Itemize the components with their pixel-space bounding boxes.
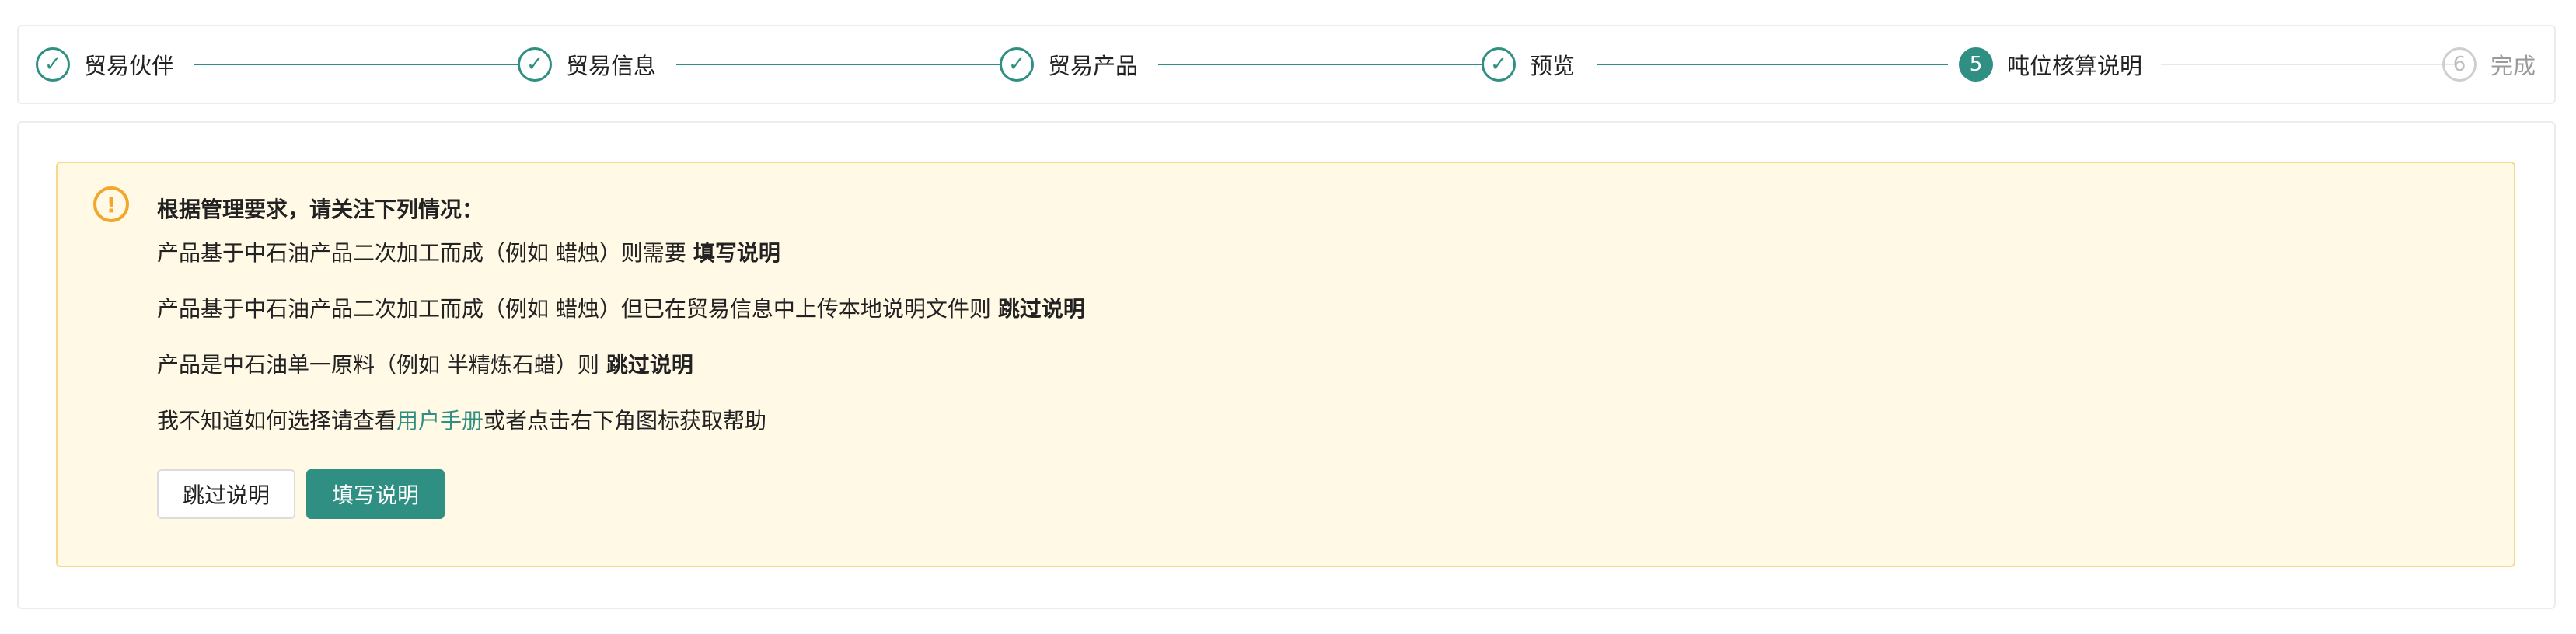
notice-line-text: 产品基于中石油产品二次加工而成（例如 蜡烛）则需要 — [157, 240, 693, 266]
check-icon: ✓ — [36, 47, 70, 82]
step-tonnage-explanation[interactable]: 5 吨位核算说明 — [1959, 26, 2142, 103]
fill-explanation-button[interactable]: 填写说明 — [306, 469, 445, 519]
notice-line-2: 产品基于中石油产品二次加工而成（例如 蜡烛）但已在贸易信息中上传本地说明文件则 … — [157, 292, 1085, 323]
step-trade-info[interactable]: ✓ 贸易信息 — [518, 26, 656, 103]
step-connector — [2161, 64, 2456, 65]
notice-line-4: 我不知道如何选择请查看用户手册或者点击右下角图标获取帮助 — [157, 404, 766, 435]
user-manual-link[interactable]: 用户手册 — [396, 408, 483, 434]
notice-line-3: 产品是中石油单一原料（例如 半精炼石蜡）则 跳过说明 — [157, 348, 693, 379]
step-connector — [1158, 64, 1482, 65]
step-label: 贸易伙伴 — [84, 53, 175, 79]
skip-explanation-button[interactable]: 跳过说明 — [157, 469, 295, 519]
step-number-icon: 5 — [1959, 47, 1993, 82]
step-label: 完成 — [2490, 53, 2536, 79]
step-connector — [194, 64, 518, 65]
steps-bar: ✓ 贸易伙伴 ✓ 贸易信息 ✓ 贸易产品 ✓ 预览 5 吨位核算说明 6 完成 — [17, 25, 2556, 104]
warning-notice: ! 根据管理要求，请关注下列情况： 产品基于中石油产品二次加工而成（例如 蜡烛）… — [56, 162, 2515, 567]
step-label: 贸易信息 — [566, 53, 657, 79]
check-icon: ✓ — [1000, 47, 1034, 82]
notice-line-text: 产品是中石油单一原料（例如 半精炼石蜡）则 — [157, 352, 606, 378]
step-complete: 6 完成 — [2442, 26, 2536, 103]
step-label: 预览 — [1530, 53, 1576, 79]
notice-title: 根据管理要求，请关注下列情况： — [157, 197, 484, 222]
notice-line-emphasis: 填写说明 — [693, 240, 780, 266]
step-preview[interactable]: ✓ 预览 — [1482, 26, 1575, 103]
notice-line-text: 产品基于中石油产品二次加工而成（例如 蜡烛）但已在贸易信息中上传本地说明文件则 — [157, 296, 998, 322]
notice-line-emphasis: 跳过说明 — [997, 296, 1085, 322]
notice-line-1: 产品基于中石油产品二次加工而成（例如 蜡烛）则需要 填写说明 — [157, 236, 780, 267]
notice-line-text: 我不知道如何选择请查看 — [157, 408, 397, 434]
step-number-icon: 6 — [2442, 47, 2477, 82]
step-connector — [676, 64, 1000, 65]
content-panel: ! 根据管理要求，请关注下列情况： 产品基于中石油产品二次加工而成（例如 蜡烛）… — [17, 121, 2556, 609]
step-label: 贸易产品 — [1048, 53, 1139, 79]
notice-line-text: 或者点击右下角图标获取帮助 — [483, 408, 767, 434]
step-connector — [1597, 64, 1948, 65]
check-icon: ✓ — [1482, 47, 1516, 82]
step-trade-partner[interactable]: ✓ 贸易伙伴 — [36, 26, 174, 103]
step-trade-product[interactable]: ✓ 贸易产品 — [1000, 26, 1138, 103]
step-label: 吨位核算说明 — [2007, 53, 2143, 79]
warning-icon: ! — [93, 186, 129, 222]
check-icon: ✓ — [518, 47, 552, 82]
notice-line-emphasis: 跳过说明 — [606, 352, 693, 378]
